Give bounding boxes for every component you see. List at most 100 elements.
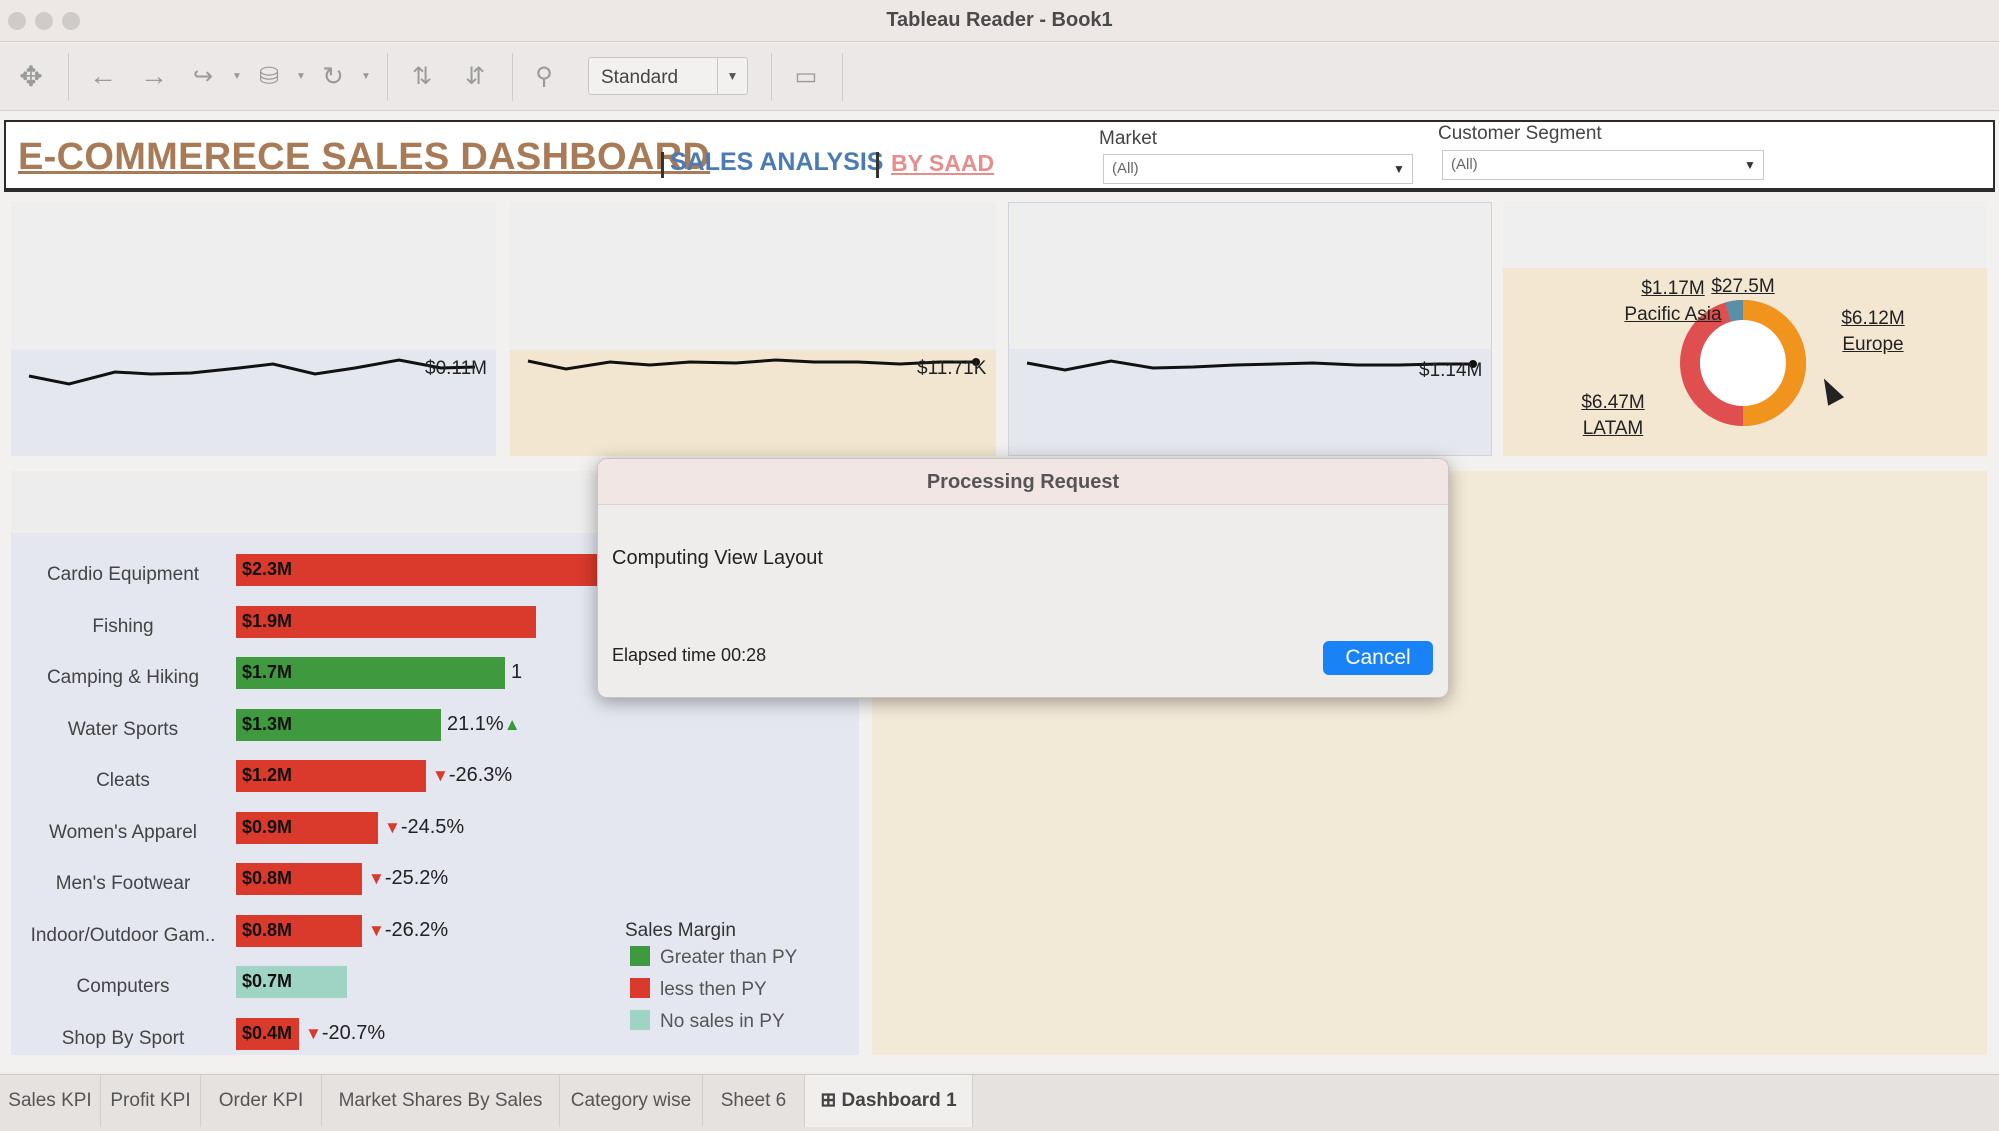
legend-swatch-less xyxy=(630,978,650,998)
category-bar-value: $1.9M xyxy=(242,610,293,631)
customer-segment-filter-value: (All) xyxy=(1451,156,1478,173)
down-triangle-icon: ▼ xyxy=(305,1023,322,1043)
tab-order-kpi[interactable]: Order KPI xyxy=(201,1075,322,1127)
refresh-dropdown-caret[interactable]: ▼ xyxy=(361,71,371,82)
latam-label: LATAM xyxy=(1582,418,1644,439)
pin-icon[interactable]: ⚲ xyxy=(527,59,561,93)
category-bar[interactable]: $0.8M xyxy=(236,863,362,895)
category-change-pct: ▼-25.2% xyxy=(368,867,449,889)
category-bar[interactable]: $1.9M xyxy=(236,605,536,638)
sort-descending-icon[interactable]: ⇵ xyxy=(458,59,492,93)
legend-label-greater: Greater than PY xyxy=(660,947,798,968)
kpi-profit-value: $11.71K xyxy=(917,358,987,379)
europe-label: Europe xyxy=(1842,334,1904,355)
category-label: Cleats xyxy=(96,770,150,791)
category-bar-value: $0.4M xyxy=(242,1022,293,1043)
dashboard-author: BY SAAD xyxy=(891,150,995,176)
category-label: Indoor/Outdoor Gam.. xyxy=(30,924,216,946)
cancel-button[interactable]: Cancel xyxy=(1323,641,1433,675)
category-bar-value: $2.3M xyxy=(242,559,293,579)
category-bar[interactable]: $1.2M xyxy=(236,760,426,792)
category-label: Cardio Equipment xyxy=(46,564,200,585)
category-change-pct: 21.1%▲ xyxy=(447,712,521,735)
category-label: Camping & Hiking xyxy=(46,667,200,688)
category-label: Water Sports xyxy=(67,718,179,740)
processing-request-dialog: Processing Request Computing View Layout… xyxy=(597,458,1449,698)
legend-label-less: less then PY xyxy=(660,979,767,1000)
down-triangle-icon: ▼ xyxy=(384,817,401,837)
down-triangle-icon: ▼ xyxy=(368,920,385,940)
kpi-profit-panel[interactable]: $11.71K xyxy=(510,202,996,456)
category-bar-value: $0.8M xyxy=(242,919,293,940)
category-bar[interactable]: $0.4M xyxy=(236,1017,299,1050)
chevron-down-icon: ▼ xyxy=(717,58,747,94)
replay-dropdown-caret[interactable]: ▼ xyxy=(232,71,242,82)
dashboard-grid-icon: ⊞ xyxy=(820,1090,837,1111)
market-filter-value: (All) xyxy=(1112,160,1139,177)
kpi-orders-value: $1.14M xyxy=(1419,360,1483,381)
category-label: Computers xyxy=(76,976,170,997)
data-source-dropdown-caret[interactable]: ▼ xyxy=(296,71,306,82)
forward-icon[interactable]: → xyxy=(137,59,171,93)
tab-market-shares-by-sales[interactable]: Market Shares By Sales xyxy=(322,1075,560,1127)
customer-segment-filter-label: Customer Segment xyxy=(1438,123,1602,144)
category-bar[interactable]: $0.7M xyxy=(236,966,347,998)
legend-item-less[interactable]: less then PY xyxy=(630,978,767,1001)
tab-sales-kpi[interactable]: Sales KPI xyxy=(0,1075,101,1127)
kpi-sales-sparkline xyxy=(28,358,476,386)
category-label: Shop By Sport xyxy=(61,1027,185,1049)
category-change-pct: ▼-26.2% xyxy=(368,918,449,941)
subtitle-divider xyxy=(876,152,879,178)
kpi-orders-panel[interactable]: $1.14M xyxy=(1008,202,1492,456)
data-source-icon[interactable]: ⛁ xyxy=(252,59,286,93)
category-change-pct: ▼-24.5% xyxy=(384,815,465,838)
category-label: Men's Footwear xyxy=(55,873,191,894)
legend-swatch-none xyxy=(630,1010,650,1030)
tab-profit-kpi[interactable]: Profit KPI xyxy=(101,1075,201,1127)
category-bar-value: $0.7M xyxy=(242,971,293,991)
dialog-message: Computing View Layout xyxy=(612,547,823,569)
category-bar[interactable]: $1.3M xyxy=(236,708,441,741)
tab-sheet-6[interactable]: Sheet 6 xyxy=(703,1075,805,1127)
presentation-icon[interactable]: ▭ xyxy=(789,59,823,93)
back-icon[interactable]: ← xyxy=(86,59,120,93)
latam-value: $6.47M xyxy=(1581,392,1645,413)
category-bar[interactable]: $0.9M xyxy=(236,811,378,844)
legend-title: Sales Margin xyxy=(625,920,736,941)
tab-dashboard-1[interactable]: ⊞ Dashboard 1 xyxy=(805,1075,973,1127)
category-bar[interactable]: $0.8M xyxy=(236,914,362,947)
sheet-tab-bar: Sales KPI Profit KPI Order KPI Market Sh… xyxy=(0,1074,1999,1131)
category-label: Women's Apparel xyxy=(49,821,197,843)
refresh-icon[interactable]: ↻ xyxy=(316,59,350,93)
tab-dashboard-1-label: Dashboard 1 xyxy=(841,1090,957,1111)
legend-label-none: No sales in PY xyxy=(660,1011,785,1032)
replay-icon[interactable]: ↪ xyxy=(186,59,220,93)
dialog-title: Processing Request xyxy=(598,459,1448,505)
europe-value: $6.12M xyxy=(1841,308,1905,329)
category-bar[interactable]: $2.3M xyxy=(236,554,599,586)
legend-item-greater[interactable]: Greater than PY xyxy=(630,946,797,969)
sort-ascending-icon[interactable]: ⇅ xyxy=(405,59,439,93)
elapsed-time: Elapsed time 00:28 xyxy=(612,645,767,665)
category-bar-value: $1.2M xyxy=(242,765,293,785)
chevron-down-icon: ▼ xyxy=(1744,158,1756,172)
title-divider xyxy=(661,152,664,178)
window-title: Tableau Reader - Book1 xyxy=(886,9,1113,31)
dashboard-header: E-COMMERECE SALES DASHBOARD SALES ANALYS… xyxy=(4,120,1995,192)
category-change-pct: ▼-26.3% xyxy=(432,764,513,786)
tab-category-wise[interactable]: Category wise xyxy=(560,1075,703,1127)
category-bar[interactable]: $1.7M xyxy=(236,657,505,689)
customer-segment-filter-dropdown[interactable]: (All) ▼ xyxy=(1442,150,1764,180)
category-bar-value: $0.9M xyxy=(242,816,293,837)
view-size-select[interactable]: Standard ▼ xyxy=(588,57,748,95)
down-triangle-icon: ▼ xyxy=(432,766,449,785)
down-triangle-icon: ▼ xyxy=(368,869,385,888)
market-filter-dropdown[interactable]: (All) ▼ xyxy=(1103,154,1413,184)
toolbar: ✥ ← → ↪ ▼ ⛁ ▼ ↻ ▼ ⇅ ⇵ ⚲ Standard ▼ ▭ xyxy=(0,43,1999,111)
up-triangle-icon: ▲ xyxy=(503,714,521,734)
kpi-sales-panel[interactable]: $0.11M xyxy=(11,202,496,456)
legend-item-none[interactable]: No sales in PY xyxy=(630,1010,785,1033)
market-share-panel[interactable]: $27.5M $1.17M Pacific Asia $6.12M Europe… xyxy=(1503,202,1987,456)
view-size-value: Standard xyxy=(601,67,679,88)
move-icon[interactable]: ✥ xyxy=(14,59,48,93)
